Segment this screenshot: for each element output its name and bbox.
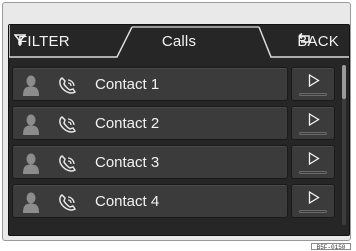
contact-row-button[interactable]: Contact 1: [12, 67, 288, 101]
play-indicator-bar: [299, 132, 327, 135]
person-silhouette-icon: [22, 152, 40, 174]
play-indicator-bar: [299, 210, 327, 213]
play-button[interactable]: [291, 184, 335, 218]
contact-row-button[interactable]: Contact 3: [12, 145, 288, 179]
play-indicator-bar: [299, 171, 327, 174]
play-triangle-icon: [308, 151, 320, 166]
contact-name: Contact 4: [95, 193, 160, 210]
list-item: Contact 1: [12, 67, 335, 103]
contact-name: Contact 3: [95, 154, 160, 171]
handset-icon: [57, 154, 79, 174]
scrollbar-thumb[interactable]: [342, 65, 346, 99]
play-button[interactable]: [291, 67, 335, 101]
contact-name: Contact 2: [95, 115, 160, 132]
list-item: Contact 2: [12, 106, 335, 142]
play-button[interactable]: [291, 106, 335, 140]
contact-name: Contact 1: [95, 76, 160, 93]
person-silhouette-icon: [22, 191, 40, 213]
back-button[interactable]: BACK: [297, 33, 344, 50]
person-silhouette-icon: [22, 74, 40, 96]
calls-screen: FILTER Calls BACK Contact 1 Contact 2 Co…: [8, 24, 350, 236]
figure-code: B5F-0150: [311, 243, 351, 251]
play-triangle-icon: [308, 73, 320, 88]
play-triangle-icon: [308, 112, 320, 127]
list-item: Contact 3: [12, 145, 335, 181]
handset-icon: [57, 76, 79, 96]
header-bar: FILTER Calls BACK: [9, 25, 349, 58]
handset-icon: [57, 193, 79, 213]
play-indicator-bar: [299, 93, 327, 96]
play-button[interactable]: [291, 145, 335, 179]
contact-row-button[interactable]: Contact 4: [12, 184, 288, 218]
play-triangle-icon: [308, 190, 320, 205]
scrollbar[interactable]: [342, 65, 346, 225]
device-frame: FILTER Calls BACK Contact 1 Contact 2 Co…: [2, 2, 351, 241]
contact-row-button[interactable]: Contact 2: [12, 106, 288, 140]
handset-icon: [57, 115, 79, 135]
list-item: Contact 4: [12, 184, 335, 220]
person-silhouette-icon: [22, 113, 40, 135]
